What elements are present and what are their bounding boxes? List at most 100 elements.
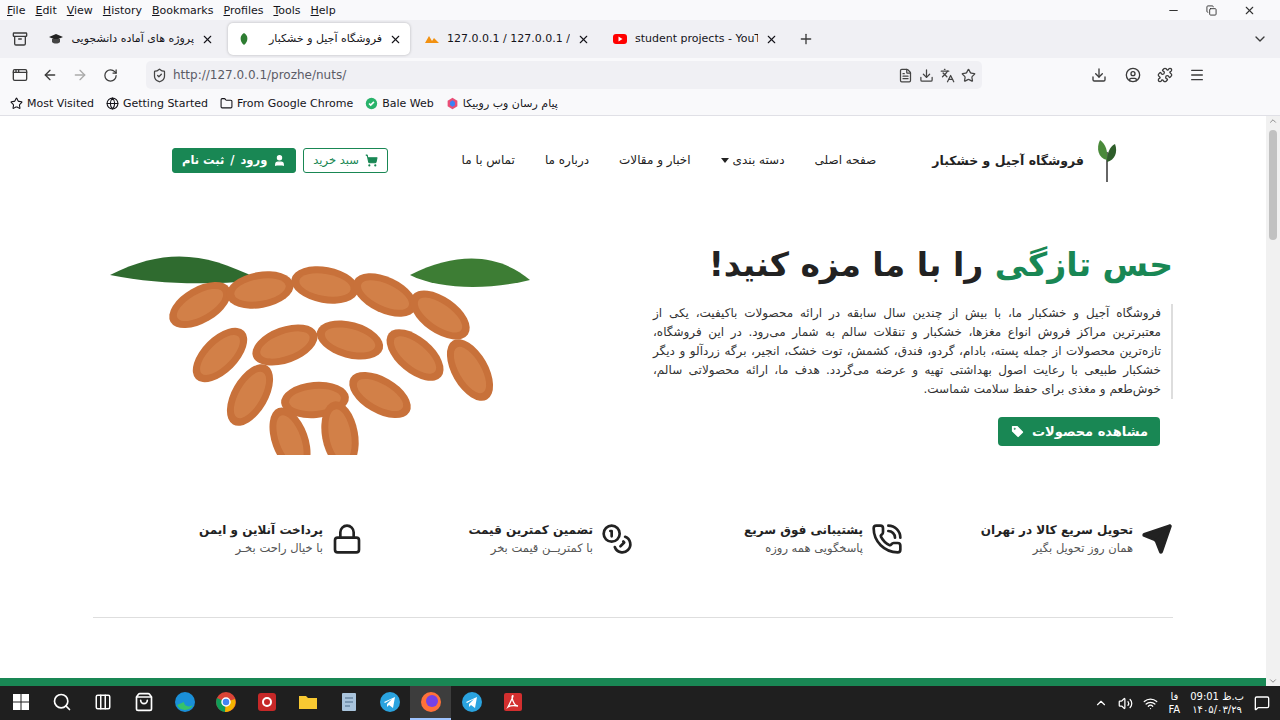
footer-strip — [0, 678, 1266, 686]
menu-item[interactable]: File — [2, 4, 30, 17]
menu-item[interactable]: Help — [306, 4, 341, 17]
bookmarks-bar: Most Visited Getting Started From Google C… — [0, 92, 1280, 116]
extensions-button[interactable] — [1150, 61, 1180, 89]
tab-bar: پروژه های آماده دانشجویی | دانل فروشگاه آ… — [0, 20, 1280, 58]
close-window-icon[interactable] — [1243, 4, 1256, 17]
telegram-icon — [461, 691, 483, 713]
close-tab-icon[interactable] — [577, 33, 590, 46]
bookmark[interactable]: پیام رسان وب روبیکا — [446, 97, 558, 110]
menu-bar: FileEditViewHistoryBookmarksProfilesTool… — [0, 0, 1280, 20]
section-divider — [93, 617, 1173, 618]
language-indicator[interactable]: فاFA — [1168, 690, 1180, 716]
close-tab-icon[interactable] — [389, 33, 402, 46]
feature-item: تحویل سریع کالا در تهرانهمان روز تحویل ب… — [903, 523, 1173, 555]
close-tab-icon[interactable] — [765, 33, 778, 46]
tray-expand-icon[interactable] — [1094, 696, 1108, 710]
scroll-up-icon[interactable] — [1268, 116, 1278, 126]
taskbar-app[interactable] — [369, 686, 410, 720]
restore-icon[interactable] — [1206, 5, 1217, 16]
system-tray: فاFA 09:01 ب.ظ۱۴۰۵/۰۳/۲۹ — [1094, 690, 1280, 716]
new-tab-button[interactable] — [792, 25, 820, 53]
downloads-button[interactable] — [1082, 61, 1116, 89]
site-nav: صفحه اصلی دسته بندی اخبار و مقالات درباره م… — [462, 153, 877, 167]
file-explorer-icon — [297, 691, 319, 713]
scroll-down-icon[interactable] — [1268, 676, 1278, 686]
menu-item[interactable]: Edit — [30, 4, 61, 17]
cart-button[interactable]: سبد خرید — [303, 148, 388, 173]
globe-icon — [106, 97, 119, 110]
nav-link[interactable]: اخبار و مقالات — [619, 153, 691, 167]
bookmark[interactable]: Getting Started — [106, 97, 208, 110]
app-menu-button[interactable] — [1182, 61, 1212, 89]
account-button[interactable] — [1118, 61, 1148, 89]
network-icon[interactable] — [1143, 696, 1158, 711]
clock[interactable]: 09:01 ب.ظ۱۴۰۵/۰۳/۲۹ — [1190, 690, 1244, 716]
login-button[interactable]: ورود/ثبت نام — [172, 148, 296, 173]
taskbar-app[interactable] — [410, 686, 451, 720]
sidebar-button[interactable] — [6, 61, 34, 89]
bookmark[interactable]: Bale Web — [365, 97, 434, 110]
menu-item[interactable]: History — [98, 4, 147, 17]
browser-tab[interactable]: فروشگاه آجیل و خشکبار — [228, 23, 410, 55]
browser-tab[interactable]: 127.0.0.1 / 127.0.0.1 / nuts / use — [416, 23, 598, 55]
reader-view-icon[interactable] — [898, 68, 913, 83]
menu-item[interactable]: View — [62, 4, 98, 17]
page-scrollbar[interactable] — [1266, 116, 1280, 686]
nav-link[interactable]: صفحه اصلی — [815, 153, 877, 167]
bookmark[interactable]: From Google Chrome — [220, 97, 353, 110]
features-row: تحویل سریع کالا در تهرانهمان روز تحویل ب… — [0, 523, 1266, 555]
browser-tab[interactable]: پروژه های آماده دانشجویی | دانل — [40, 23, 222, 55]
navigation-bar: http://127.0.0.1/prozhe/nuts/ — [0, 58, 1280, 92]
menu-item[interactable]: Tools — [268, 4, 305, 17]
search-button[interactable] — [41, 686, 82, 720]
scroll-thumb[interactable] — [1269, 130, 1277, 240]
taskbar-app[interactable] — [492, 686, 533, 720]
taskbar-app[interactable] — [287, 686, 328, 720]
address-bar[interactable]: http://127.0.0.1/prozhe/nuts/ — [146, 61, 982, 89]
tab-label: فروشگاه آجیل و خشکبار — [259, 31, 382, 47]
back-button[interactable] — [36, 61, 64, 89]
list-tabs-button[interactable] — [1246, 25, 1274, 53]
folder-icon — [220, 97, 233, 110]
nav-link[interactable]: درباره ما — [545, 153, 589, 167]
youtube-icon — [612, 31, 628, 47]
window-controls — [1167, 4, 1280, 17]
taskbar: فاFA 09:01 ب.ظ۱۴۰۵/۰۳/۲۹ — [0, 686, 1280, 720]
hero-paragraph: فروشگاه آجیل و خشکبار ما، با بیش از چندی… — [653, 304, 1173, 399]
menu-item[interactable]: Profiles — [218, 4, 268, 17]
shield-icon[interactable] — [152, 68, 167, 83]
feature-title: پشتیبانی فوق سریع — [744, 523, 863, 537]
view-products-button[interactable]: مشاهده محصولات — [998, 417, 1160, 446]
minimize-icon[interactable] — [1167, 4, 1180, 17]
taskbar-app[interactable] — [205, 686, 246, 720]
nav-link[interactable]: تماس با ما — [462, 153, 515, 167]
plus-icon — [798, 31, 814, 47]
task-view-button[interactable] — [82, 686, 123, 720]
nav-link[interactable]: دسته بندی — [721, 153, 785, 167]
store-icon — [134, 692, 154, 712]
reload-button[interactable] — [96, 61, 124, 89]
close-tab-icon[interactable] — [201, 33, 214, 46]
save-page-icon[interactable] — [919, 68, 934, 83]
taskbar-app[interactable] — [451, 686, 492, 720]
feature-subtitle: با خیال راحت بخـر — [199, 541, 323, 555]
translate-icon[interactable] — [940, 68, 955, 83]
menu-item[interactable]: Bookmarks — [147, 4, 218, 17]
firefox-view-button[interactable] — [6, 25, 34, 53]
leaf-favicon-icon — [236, 31, 252, 47]
forward-button[interactable] — [66, 61, 94, 89]
notifications-icon[interactable] — [1254, 695, 1270, 711]
feature-subtitle: با کمتریــن قیمت بخر — [468, 541, 593, 555]
taskbar-app[interactable] — [164, 686, 205, 720]
bookmark[interactable]: Most Visited — [10, 97, 94, 110]
volume-icon[interactable] — [1118, 696, 1133, 711]
notes-icon — [338, 691, 360, 713]
site-brand[interactable]: فروشگاه آجیل و خشکبار — [932, 138, 1120, 182]
bookmark-star-icon[interactable] — [961, 68, 976, 83]
start-button[interactable] — [0, 686, 41, 720]
browser-tab[interactable]: student projects - YouTube — [604, 23, 786, 55]
feature-item: تضمین کمترین قیمتبا کمتریــن قیمت بخر — [363, 523, 633, 555]
taskbar-app[interactable] — [246, 686, 287, 720]
taskbar-app[interactable] — [123, 686, 164, 720]
taskbar-app[interactable] — [328, 686, 369, 720]
